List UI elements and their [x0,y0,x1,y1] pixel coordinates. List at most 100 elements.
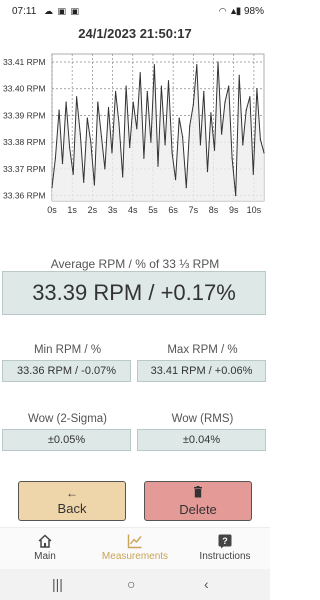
nav-main[interactable]: Main [0,528,90,570]
chart-icon [127,534,142,549]
data-point [203,90,205,93]
data-point [132,101,134,103]
wow-sigma-label: Wow (2-Sigma) [27,413,108,425]
nav-main-label: Main [34,551,56,562]
data-point [213,149,216,151]
trash-icon [193,485,203,500]
battery-indicator: ▮ 98% [236,6,264,17]
average-value: 33.39 RPM / +0.17% [2,271,266,315]
data-point [129,146,131,149]
nav-instructions[interactable]: ? Instructions [180,528,270,570]
data-point [182,136,184,138]
data-point [58,109,60,111]
x-tick-label: 7s [189,205,199,215]
rpm-chart: 33.41 RPM 33.40 RPM 33.39 RPM 33.38 RPM 33.3… [0,44,270,224]
wow-rms-label: Wow (RMS) [171,413,234,425]
x-tick-label: 5s [148,205,158,215]
max-label: Max RPM / % [167,344,238,356]
data-point [86,117,88,119]
data-point [263,152,265,154]
average-label: Average RPM / % of 33 ⅓ RPM [50,257,220,271]
data-point [256,88,258,90]
nav-measurements[interactable]: Measurements [90,528,180,570]
data-point [97,101,99,103]
data-point [54,157,57,159]
data-point [235,195,237,197]
y-tick-label: 33.39 RPM [3,110,46,120]
data-point [192,104,194,106]
data-point [199,144,201,146]
data-point [171,152,173,154]
data-point [252,173,254,175]
x-tick-label: 10s [247,205,262,215]
recent-apps-icon[interactable]: ||| [52,576,63,592]
data-point [185,187,187,189]
data-point [231,157,233,159]
x-tick-label: 8s [209,205,219,215]
gallery-icon: ▣ [70,6,81,16]
data-point [61,162,64,165]
data-point [245,109,247,111]
min-value: 33.36 RPM / -0.07% [2,360,131,382]
back-nav-icon[interactable]: ‹ [204,576,209,592]
data-point [72,173,74,175]
y-tick-label: 33.40 RPM [3,84,46,94]
data-point [242,144,244,146]
y-tick-label: 33.38 RPM [3,137,46,147]
status-bar: 07:11 ☁ ▣ ▣ ◠ ▲ ▮ 98% [0,0,270,24]
data-point [79,133,81,135]
data-point [146,90,148,93]
bottom-navigation: Main Measurements ? Instructions [0,527,270,570]
data-point [68,146,71,149]
data-point [153,64,155,66]
data-point [83,181,85,183]
nav-instructions-label: Instructions [199,551,251,562]
nav-measurements-label: Measurements [101,551,169,562]
data-point [157,165,159,167]
system-navigation-bar: ||| ○ ‹ [0,569,270,600]
x-tick-label: 1s [67,205,77,215]
data-point [238,74,240,76]
y-tick-label: 33.36 RPM [3,191,46,201]
data-point [93,184,95,186]
data-point [143,157,145,159]
data-point [160,85,163,87]
x-tick-label: 0s [47,205,57,215]
data-point [174,179,177,181]
data-point [150,141,152,143]
wow-rms-value: ±0.04% [137,429,266,451]
data-point [100,136,103,138]
data-point [167,80,170,82]
home-button-icon[interactable]: ○ [127,576,135,592]
wifi-icon: ◠ [218,6,227,16]
data-point [189,125,191,127]
y-tick-label: 33.41 RPM [3,57,46,67]
max-value: 33.41 RPM / +0.06% [137,360,266,382]
data-point [115,90,117,93]
data-point [136,128,138,130]
battery-icon: ▮ [235,6,242,17]
y-tick-label: 33.37 RPM [3,164,46,174]
data-point [249,96,251,98]
data-point [178,117,180,119]
delete-button-label: Delete [179,501,217,517]
rpm-chart-svg: 33.41 RPM 33.40 RPM 33.39 RPM 33.38 RPM 33.3… [3,53,265,215]
data-point [111,152,113,154]
delete-button[interactable]: Delete [144,481,252,521]
x-tick-label: 6s [168,205,178,215]
data-point [107,106,110,109]
data-point [206,171,209,173]
data-point [118,122,120,125]
back-button[interactable]: ← Back [18,481,126,521]
data-point [104,168,106,170]
data-point [210,112,212,114]
x-tick-label: 4s [128,205,138,215]
data-point [224,101,226,103]
notification-icons: ☁ ▣ ▣ [44,6,80,17]
help-icon: ? [218,534,232,549]
battery-level: 98% [243,6,264,17]
gallery-icon: ▣ [57,6,68,16]
data-point [125,85,127,87]
data-point [228,85,230,87]
min-label: Min RPM / % [33,344,102,356]
